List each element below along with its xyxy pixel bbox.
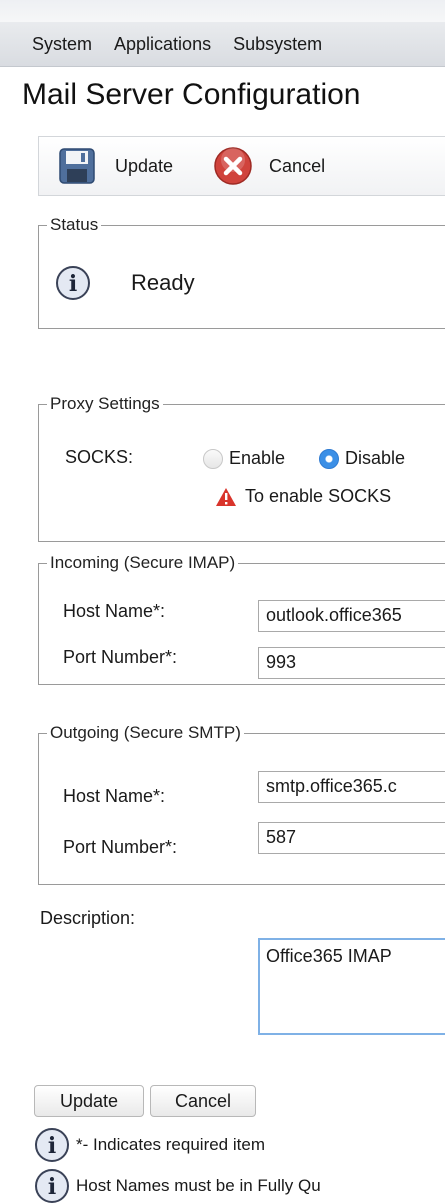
toolbar: Update Cancel [38,136,445,196]
radio-unselected-icon [203,448,223,469]
incoming-port-label: Port Number*: [63,647,178,667]
floppy-disk-icon [59,148,95,184]
menu-bar: System Applications Subsystem [0,22,445,67]
outgoing-host-label: Host Name*: [63,786,166,806]
menu-item-subsystem[interactable]: Subsystem [211,34,322,55]
socks-enable-radio[interactable]: Enable [203,448,285,469]
menu-item-applications[interactable]: Applications [92,34,211,55]
status-legend: Status [50,215,99,234]
outgoing-port-input[interactable]: 587 [258,822,445,854]
socks-label: SOCKS: [65,447,134,467]
svg-text:i: i [48,1133,56,1159]
outgoing-port-label: Port Number*: [63,837,178,857]
incoming-host-label: Host Name*: [63,601,166,621]
status-group: Status i Ready [38,215,445,329]
proxy-settings-legend: Proxy Settings [50,394,160,413]
proxy-settings-group: Proxy Settings SOCKS: Enable Disable To … [38,394,445,542]
incoming-legend: Incoming (Secure IMAP) [50,553,236,572]
socks-enable-label: Enable [229,448,286,468]
toolbar-update-label: Update [115,155,174,176]
warning-triangle-icon [216,487,236,506]
socks-warning-text: To enable SOCKS [245,486,392,506]
toolbar-cancel-label: Cancel [269,155,326,176]
menu-item-system[interactable]: System [0,34,92,55]
hostname-note: i Host Names must be in Fully Qu [34,1168,321,1204]
required-note-text: *- Indicates required item [76,1135,265,1154]
footer-update-button[interactable]: Update [34,1085,144,1117]
svg-text:i: i [48,1174,56,1200]
window-top-strip [0,0,445,22]
socks-disable-label: Disable [345,448,406,468]
status-text: Ready [131,270,195,295]
svg-text:i: i [69,271,77,297]
incoming-port-input[interactable]: 993 [258,647,445,679]
radio-selected-icon [319,448,339,469]
toolbar-cancel-button[interactable]: Cancel [213,146,325,186]
incoming-host-input[interactable]: outlook.office365 [258,600,445,632]
status-row: i Ready [55,265,195,301]
description-textarea[interactable]: Office365 IMAP [258,938,445,1035]
required-note: i *- Indicates required item [34,1127,265,1163]
toolbar-update-button[interactable]: Update [57,146,173,186]
info-icon: i [35,1128,69,1162]
hostname-note-text: Host Names must be in Fully Qu [76,1176,321,1195]
socks-disable-radio[interactable]: Disable [319,448,405,469]
info-icon: i [35,1169,69,1203]
page-title: Mail Server Configuration [22,78,361,111]
footer-cancel-button[interactable]: Cancel [150,1085,256,1117]
info-icon: i [56,266,90,300]
outgoing-smtp-group: Outgoing (Secure SMTP) Host Name*: Port … [38,723,445,885]
cancel-x-icon [214,147,252,185]
outgoing-host-input[interactable]: smtp.office365.c [258,771,445,803]
socks-warning: To enable SOCKS [215,486,391,507]
description-label: Description: [40,908,136,928]
outgoing-legend: Outgoing (Secure SMTP) [50,723,241,742]
